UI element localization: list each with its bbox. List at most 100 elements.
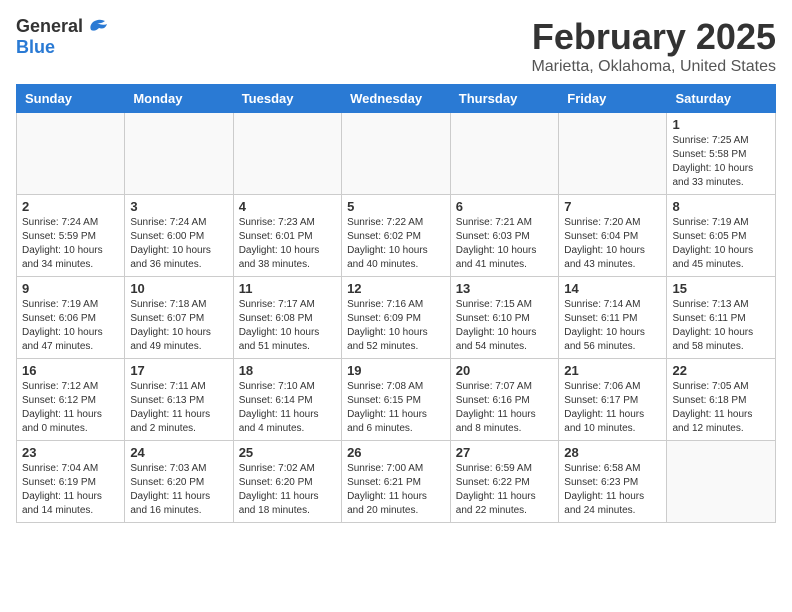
calendar-cell: 18 Sunrise: 7:10 AMSunset: 6:14 PMDayligh… <box>233 359 341 441</box>
calendar-cell: 7 Sunrise: 7:20 AMSunset: 6:04 PMDaylight… <box>559 195 667 277</box>
day-info: Sunrise: 7:17 AMSunset: 6:08 PMDaylight:… <box>239 298 336 354</box>
day-number: 10 <box>130 281 227 296</box>
day-number: 23 <box>22 445 119 460</box>
calendar-cell: 17Sunrise: 7:11 AMSunset: 6:13 PMDayligh… <box>125 359 233 441</box>
calendar-table: SundayMondayTuesdayWednesdayThursdayFrid… <box>16 84 776 523</box>
weekday-header-tuesday: Tuesday <box>233 85 341 113</box>
day-number: 15 <box>672 281 770 296</box>
calendar-cell: 27 Sunrise: 6:59 AMSunset: 6:22 PMDayligh… <box>450 441 559 523</box>
calendar-cell <box>559 113 667 195</box>
weekday-header-saturday: Saturday <box>667 85 776 113</box>
day-info: Sunrise: 7:07 AMSunset: 6:16 PMDaylight:… <box>456 380 554 436</box>
page-header: General Blue February 2025 Marietta, Okl… <box>16 16 776 76</box>
day-number: 27 <box>456 445 554 460</box>
day-info: Sunrise: 6:59 AMSunset: 6:22 PMDaylight:… <box>456 462 554 518</box>
calendar-cell <box>17 113 125 195</box>
day-info: Sunrise: 7:24 AMSunset: 6:00 PMDaylight:… <box>130 216 227 272</box>
day-number: 19 <box>347 363 445 378</box>
calendar-cell: 6 Sunrise: 7:21 AMSunset: 6:03 PMDaylight… <box>450 195 559 277</box>
day-number: 22 <box>672 363 770 378</box>
day-number: 21 <box>564 363 661 378</box>
day-number: 24 <box>130 445 227 460</box>
calendar-cell: 9Sunrise: 7:19 AMSunset: 6:06 PMDaylight… <box>17 277 125 359</box>
day-number: 14 <box>564 281 661 296</box>
day-number: 11 <box>239 281 336 296</box>
logo-blue-text: Blue <box>16 37 55 57</box>
day-info: Sunrise: 7:24 AMSunset: 5:59 PMDaylight:… <box>22 216 119 272</box>
day-number: 12 <box>347 281 445 296</box>
calendar-cell <box>342 113 451 195</box>
calendar-week-2: 2 Sunrise: 7:24 AMSunset: 5:59 PMDaylight… <box>17 195 776 277</box>
day-info: Sunrise: 7:02 AMSunset: 6:20 PMDaylight:… <box>239 462 336 518</box>
logo: General Blue <box>16 16 107 58</box>
day-info: Sunrise: 7:00 AMSunset: 6:21 PMDaylight:… <box>347 462 445 518</box>
calendar-cell <box>125 113 233 195</box>
day-number: 5 <box>347 199 445 214</box>
day-info: Sunrise: 7:04 AMSunset: 6:19 PMDaylight:… <box>22 462 119 518</box>
calendar-week-4: 16Sunrise: 7:12 AMSunset: 6:12 PMDayligh… <box>17 359 776 441</box>
day-info: Sunrise: 7:25 AMSunset: 5:58 PMDaylight:… <box>672 134 770 190</box>
calendar-cell: 11 Sunrise: 7:17 AMSunset: 6:08 PMDayligh… <box>233 277 341 359</box>
day-info: Sunrise: 7:22 AMSunset: 6:02 PMDaylight:… <box>347 216 445 272</box>
calendar-cell: 25 Sunrise: 7:02 AMSunset: 6:20 PMDayligh… <box>233 441 341 523</box>
day-info: Sunrise: 7:21 AMSunset: 6:03 PMDaylight:… <box>456 216 554 272</box>
logo-general-text: General <box>16 16 83 37</box>
calendar-cell: 26 Sunrise: 7:00 AMSunset: 6:21 PMDayligh… <box>342 441 451 523</box>
day-info: Sunrise: 7:11 AMSunset: 6:13 PMDaylight:… <box>130 380 227 436</box>
calendar-cell: 1 Sunrise: 7:25 AMSunset: 5:58 PMDaylight… <box>667 113 776 195</box>
weekday-header-sunday: Sunday <box>17 85 125 113</box>
calendar-cell: 10 Sunrise: 7:18 AMSunset: 6:07 PMDayligh… <box>125 277 233 359</box>
day-info: Sunrise: 7:12 AMSunset: 6:12 PMDaylight:… <box>22 380 119 436</box>
calendar-cell: 4 Sunrise: 7:23 AMSunset: 6:01 PMDaylight… <box>233 195 341 277</box>
day-number: 6 <box>456 199 554 214</box>
day-number: 9 <box>22 281 119 296</box>
day-info: Sunrise: 7:10 AMSunset: 6:14 PMDaylight:… <box>239 380 336 436</box>
calendar-cell: 12 Sunrise: 7:16 AMSunset: 6:09 PMDayligh… <box>342 277 451 359</box>
day-info: Sunrise: 7:15 AMSunset: 6:10 PMDaylight:… <box>456 298 554 354</box>
day-number: 20 <box>456 363 554 378</box>
day-info: Sunrise: 7:16 AMSunset: 6:09 PMDaylight:… <box>347 298 445 354</box>
day-number: 7 <box>564 199 661 214</box>
day-number: 26 <box>347 445 445 460</box>
day-number: 18 <box>239 363 336 378</box>
day-number: 1 <box>672 117 770 132</box>
calendar-cell: 28 Sunrise: 6:58 AMSunset: 6:23 PMDayligh… <box>559 441 667 523</box>
calendar-cell <box>233 113 341 195</box>
logo-bird-icon <box>85 18 107 36</box>
day-info: Sunrise: 7:08 AMSunset: 6:15 PMDaylight:… <box>347 380 445 436</box>
weekday-header-row: SundayMondayTuesdayWednesdayThursdayFrid… <box>17 85 776 113</box>
day-number: 8 <box>672 199 770 214</box>
day-number: 2 <box>22 199 119 214</box>
day-number: 3 <box>130 199 227 214</box>
day-number: 4 <box>239 199 336 214</box>
calendar-cell: 23 Sunrise: 7:04 AMSunset: 6:19 PMDayligh… <box>17 441 125 523</box>
day-info: Sunrise: 7:03 AMSunset: 6:20 PMDaylight:… <box>130 462 227 518</box>
calendar-week-3: 9Sunrise: 7:19 AMSunset: 6:06 PMDaylight… <box>17 277 776 359</box>
day-info: Sunrise: 7:06 AMSunset: 6:17 PMDaylight:… <box>564 380 661 436</box>
day-info: Sunrise: 7:23 AMSunset: 6:01 PMDaylight:… <box>239 216 336 272</box>
day-info: Sunrise: 7:19 AMSunset: 6:05 PMDaylight:… <box>672 216 770 272</box>
day-info: Sunrise: 6:58 AMSunset: 6:23 PMDaylight:… <box>564 462 661 518</box>
weekday-header-wednesday: Wednesday <box>342 85 451 113</box>
weekday-header-friday: Friday <box>559 85 667 113</box>
calendar-cell: 14 Sunrise: 7:14 AMSunset: 6:11 PMDayligh… <box>559 277 667 359</box>
calendar-cell: 13 Sunrise: 7:15 AMSunset: 6:10 PMDayligh… <box>450 277 559 359</box>
day-number: 13 <box>456 281 554 296</box>
calendar-cell: 24 Sunrise: 7:03 AMSunset: 6:20 PMDayligh… <box>125 441 233 523</box>
weekday-header-thursday: Thursday <box>450 85 559 113</box>
calendar-cell: 5 Sunrise: 7:22 AMSunset: 6:02 PMDaylight… <box>342 195 451 277</box>
day-info: Sunrise: 7:18 AMSunset: 6:07 PMDaylight:… <box>130 298 227 354</box>
calendar-cell <box>667 441 776 523</box>
title-area: February 2025 Marietta, Oklahoma, United… <box>531 16 776 76</box>
day-info: Sunrise: 7:14 AMSunset: 6:11 PMDaylight:… <box>564 298 661 354</box>
day-number: 28 <box>564 445 661 460</box>
calendar-cell: 22Sunrise: 7:05 AMSunset: 6:18 PMDayligh… <box>667 359 776 441</box>
calendar-week-1: 1 Sunrise: 7:25 AMSunset: 5:58 PMDaylight… <box>17 113 776 195</box>
calendar-cell: 21 Sunrise: 7:06 AMSunset: 6:17 PMDayligh… <box>559 359 667 441</box>
calendar-week-5: 23 Sunrise: 7:04 AMSunset: 6:19 PMDayligh… <box>17 441 776 523</box>
day-number: 25 <box>239 445 336 460</box>
weekday-header-monday: Monday <box>125 85 233 113</box>
day-info: Sunrise: 7:20 AMSunset: 6:04 PMDaylight:… <box>564 216 661 272</box>
day-info: Sunrise: 7:13 AMSunset: 6:11 PMDaylight:… <box>672 298 770 354</box>
calendar-cell: 19 Sunrise: 7:08 AMSunset: 6:15 PMDayligh… <box>342 359 451 441</box>
